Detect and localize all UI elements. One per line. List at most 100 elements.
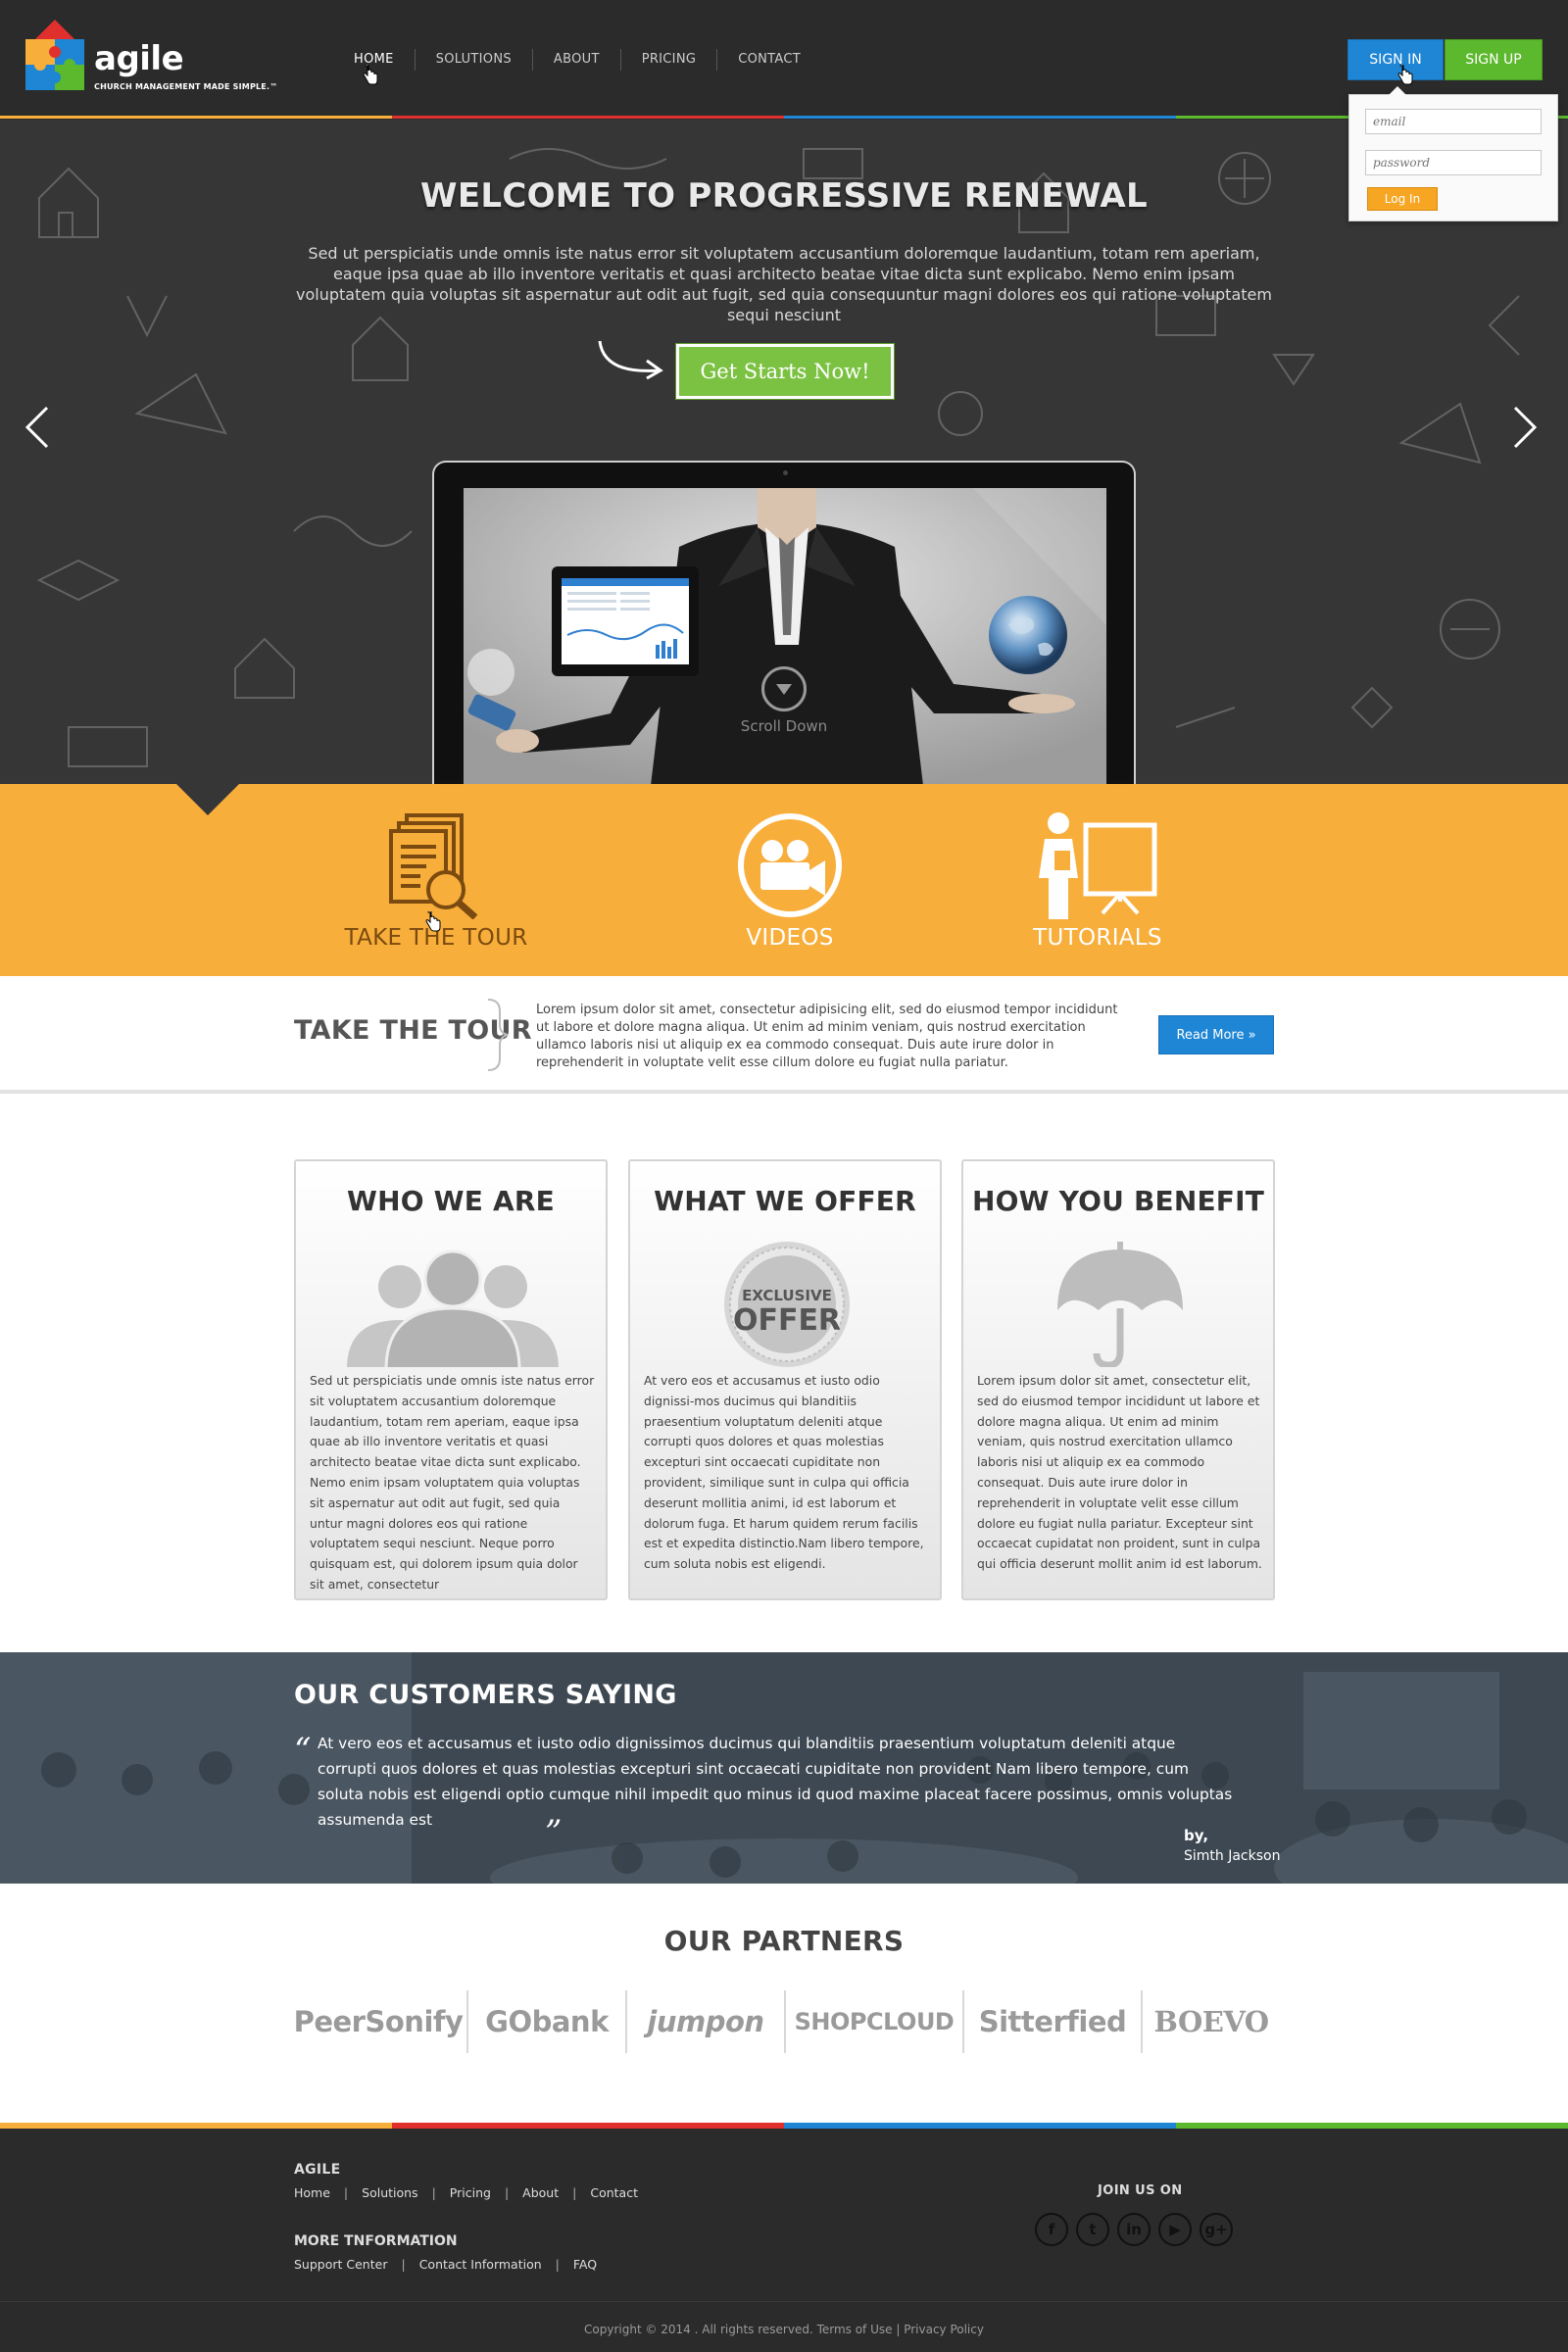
feature-videos[interactable]: VIDEOS	[672, 811, 907, 951]
logo-puzzle-icon	[25, 20, 84, 90]
link-separator: |	[431, 2185, 436, 2200]
card-text: Lorem ipsum dolor sit amet, consectetur …	[977, 1373, 1262, 1572]
sign-up-button[interactable]: SIGN UP	[1445, 39, 1543, 80]
badge-line-2: OFFER	[733, 1303, 841, 1338]
partner-logo-jumpon[interactable]: jumpon	[627, 2005, 784, 2038]
partner-logos: PeerSonify GObank jumpon SHOPCLOUD Sitte…	[290, 1989, 1280, 2054]
footer-more-heading: MORE TNFORMATION	[294, 2233, 458, 2249]
link-separator: |	[572, 2185, 577, 2200]
twitter-icon[interactable]: t	[1076, 2213, 1109, 2246]
exclusive-offer-badge-icon: EXCLUSIVE OFFER	[630, 1240, 940, 1367]
logo-tagline: CHURCH MANAGEMENT MADE SIMPLE.™	[94, 82, 278, 91]
scroll-down-label: Scroll Down	[740, 717, 828, 735]
header-color-bar	[0, 116, 1568, 119]
tour-strip: TAKE THE TOUR Lorem ipsum dolor sit amet…	[0, 976, 1568, 1094]
scroll-down-control[interactable]: Scroll Down	[696, 666, 872, 735]
logo-wordmark: agile	[94, 39, 184, 78]
nav-contact[interactable]: CONTACT	[716, 49, 821, 71]
join-us-heading: JOIN US ON	[1098, 2183, 1183, 2198]
hand-cursor-icon	[363, 65, 378, 85]
card-title: HOW YOU BENEFIT	[971, 1185, 1265, 1217]
feature-label: VIDEOS	[746, 925, 834, 951]
umbrella-icon	[963, 1240, 1273, 1369]
link-separator: |	[504, 2185, 510, 2200]
people-group-icon	[296, 1240, 606, 1371]
link-separator: |	[401, 2257, 406, 2272]
card-title: WHO WE ARE	[347, 1185, 555, 1217]
site-header: agile CHURCH MANAGEMENT MADE SIMPLE.™ HO…	[0, 0, 1568, 120]
login-dropdown: Log In	[1348, 86, 1558, 221]
youtube-icon[interactable]: ▶	[1158, 2213, 1192, 2246]
link-separator: |	[343, 2185, 349, 2200]
footer-link-home[interactable]: Home	[294, 2185, 330, 2200]
hand-cursor-icon	[425, 911, 441, 932]
google-plus-icon[interactable]: g+	[1200, 2213, 1233, 2246]
social-links: f t in ▶ g+	[1035, 2213, 1241, 2246]
slider-prev-arrow-icon[interactable]	[22, 404, 51, 451]
card-how-you-benefit: HOW YOU BENEFIT Lorem ipsum dolor sit am…	[961, 1159, 1275, 1600]
laptop-mockup	[432, 461, 1136, 784]
laptop-screen-image	[464, 488, 1106, 784]
partner-logo-sitterfied[interactable]: Sitterfied	[964, 2005, 1141, 2038]
hero-description: Sed ut perspiciatis unde omnis iste natu…	[296, 244, 1272, 324]
sign-in-button[interactable]: SIGN IN	[1348, 39, 1444, 80]
footer-link-pricing[interactable]: Pricing	[450, 2185, 491, 2200]
footer-info-links: Support Center | Contact Information | FAQ	[294, 2257, 597, 2272]
tour-description: Lorem ipsum dolor sit amet, consectetur …	[536, 1003, 1118, 1070]
email-field[interactable]	[1365, 109, 1542, 134]
footer-link-faq[interactable]: FAQ	[573, 2257, 597, 2272]
businessman-illustration	[464, 488, 1106, 784]
link-separator: |	[555, 2257, 560, 2272]
footer-nav-links: Home | Solutions | Pricing | About | Contact	[294, 2185, 638, 2200]
log-in-button[interactable]: Log In	[1367, 187, 1438, 211]
nav-solutions[interactable]: SOLUTIONS	[414, 49, 532, 71]
footer-divider	[0, 2301, 1568, 2302]
password-field[interactable]	[1365, 150, 1542, 175]
card-who-we-are: WHO WE ARE Sed ut perspiciatis unde omni…	[294, 1159, 608, 1600]
testimonial-title: OUR CUSTOMERS SAYING	[294, 1680, 677, 1710]
quote-open-icon: “	[294, 1731, 312, 1770]
card-text: Sed ut perspiciatis unde omnis iste natu…	[310, 1373, 595, 1592]
partner-logo-gobank[interactable]: GObank	[468, 2005, 625, 2038]
curved-arrow-icon	[598, 340, 663, 380]
get-started-button[interactable]: Get Starts Now!	[676, 344, 894, 399]
slider-next-arrow-icon[interactable]	[1511, 404, 1541, 451]
read-more-button[interactable]: Read More »	[1158, 1015, 1274, 1054]
feature-tutorials[interactable]: TUTORIALS	[980, 811, 1215, 951]
card-text: At vero eos et accusamus et iusto odio d…	[644, 1373, 924, 1572]
badge-line-1: EXCLUSIVE	[742, 1287, 832, 1304]
feature-label: TUTORIALS	[1033, 925, 1162, 951]
card-title: WHAT WE OFFER	[654, 1185, 916, 1217]
partner-logo-peersonify[interactable]: PeerSonify	[290, 2005, 466, 2038]
partner-logo-boevo[interactable]: BOEVO	[1143, 2005, 1280, 2038]
logo[interactable]: agile CHURCH MANAGEMENT MADE SIMPLE.™	[18, 18, 277, 100]
footer-link-about[interactable]: About	[522, 2185, 559, 2200]
video-camera-icon	[672, 811, 907, 919]
partner-logo-shopcloud[interactable]: SHOPCLOUD	[786, 2008, 962, 2035]
testimonial-quote: At vero eos et accusamus et iusto odio d…	[318, 1735, 1233, 1829]
laptop-camera	[783, 470, 788, 475]
nav-about[interactable]: ABOUT	[531, 49, 620, 71]
site-footer: AGILE Home | Solutions | Pricing | About | C…	[0, 2129, 1568, 2352]
main-nav: HOME SOLUTIONS ABOUT PRICING CONTACT	[333, 49, 821, 71]
presentation-board-icon	[980, 811, 1215, 919]
footer-link-contact-information[interactable]: Contact Information	[419, 2257, 542, 2272]
hero-title: WELCOME TO PROGRESSIVE RENEWAL	[420, 176, 1148, 216]
brace-divider	[487, 999, 509, 1071]
linkedin-icon[interactable]: in	[1117, 2213, 1151, 2246]
hand-cursor-icon	[1397, 65, 1413, 85]
partners-title: OUR PARTNERS	[663, 1925, 905, 1957]
footer-link-contact[interactable]: Contact	[590, 2185, 638, 2200]
footer-agile-heading: AGILE	[294, 2162, 341, 2178]
card-what-we-offer: WHAT WE OFFER EXCLUSIVE OFFER At vero eo…	[628, 1159, 942, 1600]
quote-close-icon: ”	[545, 1813, 563, 1852]
copyright-text: Copyright © 2014 . All rights reserved. …	[584, 2323, 984, 2336]
scroll-down-icon	[761, 666, 807, 711]
document-search-icon	[318, 811, 554, 920]
facebook-icon[interactable]: f	[1035, 2213, 1068, 2246]
footer-link-support-center[interactable]: Support Center	[294, 2257, 387, 2272]
footer-link-solutions[interactable]: Solutions	[362, 2185, 417, 2200]
nav-pricing[interactable]: PRICING	[619, 49, 717, 71]
hero-slider: WELCOME TO PROGRESSIVE RENEWAL Sed ut pe…	[0, 120, 1568, 784]
hero-pointer-notch	[176, 784, 239, 815]
